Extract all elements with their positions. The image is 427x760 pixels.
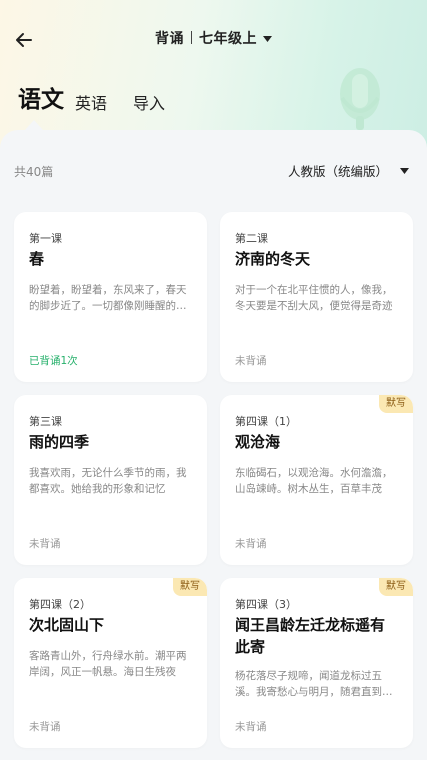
lesson-title: 次北固山下	[29, 616, 105, 634]
dictation-badge: 默写	[379, 578, 413, 596]
lesson-number: 第一课	[29, 232, 62, 245]
lesson-number: 第二课	[235, 232, 268, 245]
caret-down-icon	[400, 167, 409, 174]
microphone-icon	[340, 68, 380, 130]
lesson-excerpt: 我喜欢雨，无论什么季节的雨，我都喜欢。她给我的形象和记忆	[29, 467, 187, 495]
caret-down-icon	[263, 36, 272, 42]
lesson-number: 第四课（1）	[235, 415, 297, 428]
lesson-excerpt: 杨花落尽子规啼，闻道龙标过五溪。我寄愁心与明月，随君直到夜郎西	[235, 670, 393, 698]
lesson-card[interactable]: 默写 第四课（3） 闻王昌龄左迁龙标遥有此寄 杨花落尽子规啼，闻道龙标过五溪。我…	[220, 578, 413, 748]
lesson-title: 闻王昌龄左迁龙标遥有此寄	[235, 616, 386, 656]
lesson-title: 雨的四季	[29, 433, 90, 451]
lesson-card[interactable]: 默写 第四课（1） 观沧海 东临碣石，以观沧海。水何澹澹，山岛竦峙。树木丛生，百…	[220, 395, 413, 565]
lesson-title: 观沧海	[235, 433, 281, 451]
lesson-number: 第四课（2）	[29, 598, 91, 611]
article-count: 共40篇	[14, 165, 54, 179]
lesson-excerpt: 客路青山外，行舟绿水前。潮平两岸阔，风正一帆悬。海日生残夜	[29, 650, 187, 678]
recite-status: 已背诵1次	[29, 355, 78, 367]
lesson-card[interactable]: 第三课 雨的四季 我喜欢雨，无论什么季节的雨，我都喜欢。她给我的形象和记忆 未背…	[14, 395, 207, 565]
lesson-title: 春	[29, 250, 45, 268]
lesson-excerpt: 对于一个在北平住惯的人，像我，冬天要是不刮大风，便觉得是奇迹	[235, 284, 393, 312]
active-tab-indicator	[25, 120, 43, 130]
edition-label: 人教版（统编版）	[287, 164, 388, 179]
top-bar: 背诵 七年级上	[0, 22, 427, 58]
lesson-number: 第四课（3）	[235, 598, 297, 611]
recite-status: 未背诵	[235, 355, 267, 367]
grade-selector[interactable]: 背诵 七年级上	[0, 28, 427, 48]
recite-status: 未背诵	[29, 538, 61, 550]
title-divider	[191, 31, 192, 44]
recite-status: 未背诵	[29, 721, 61, 733]
grade-label: 七年级上	[199, 31, 257, 47]
lesson-excerpt: 东临碣石，以观沧海。水何澹澹，山岛竦峙。树木丛生，百草丰茂	[235, 467, 393, 495]
lesson-card[interactable]: 第二课 济南的冬天 对于一个在北平住惯的人，像我，冬天要是不刮大风，便觉得是奇迹…	[220, 212, 413, 382]
lesson-excerpt: 盼望着，盼望着，东风来了，春天的脚步近了。一切都像刚睡醒的样子	[29, 284, 187, 312]
lesson-card[interactable]: 默写 第四课（2） 次北固山下 客路青山外，行舟绿水前。潮平两岸阔，风正一帆悬。…	[14, 578, 207, 748]
mode-label: 背诵	[155, 31, 184, 47]
tab-english[interactable]: 英语	[75, 90, 107, 114]
tab-chinese[interactable]: 语文	[18, 80, 64, 114]
recite-status: 未背诵	[235, 721, 267, 733]
lesson-title: 济南的冬天	[235, 250, 311, 268]
import-button[interactable]: 导入	[133, 90, 165, 114]
dictation-badge: 默写	[379, 395, 413, 413]
lesson-number: 第三课	[29, 415, 62, 428]
lesson-card[interactable]: 第一课 春 盼望着，盼望着，东风来了，春天的脚步近了。一切都像刚睡醒的样子 已背…	[14, 212, 207, 382]
dictation-badge: 默写	[173, 578, 207, 596]
recite-status: 未背诵	[235, 538, 267, 550]
edition-selector[interactable]: 人教版（统编版）	[288, 161, 409, 180]
